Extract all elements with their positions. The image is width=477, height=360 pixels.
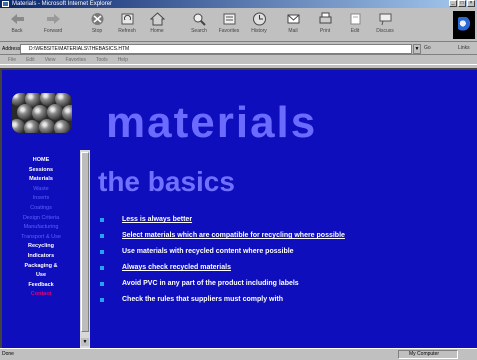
home-button[interactable]: Home bbox=[144, 11, 170, 40]
status-text: Done bbox=[2, 351, 14, 357]
menu-favorites[interactable]: Favorites bbox=[65, 56, 86, 64]
minimize-button[interactable]: _ bbox=[449, 0, 457, 7]
status-bar: Done My Computer bbox=[0, 348, 477, 360]
print-button[interactable]: Print bbox=[312, 11, 338, 40]
browser-toolbar: Back Forward Stop Refresh Home Search Fa… bbox=[0, 8, 477, 42]
menu-view[interactable]: View bbox=[45, 56, 56, 64]
links-button[interactable]: Links bbox=[458, 45, 470, 51]
bullet-check-recycled[interactable]: Always check recycled materials bbox=[100, 260, 470, 276]
nav-item-materials[interactable]: Materials bbox=[2, 175, 80, 185]
bullet-compatible-materials[interactable]: Select materials which are compatible fo… bbox=[100, 228, 470, 244]
menu-file[interactable]: File bbox=[8, 56, 16, 64]
sidebar-scrollbar[interactable]: ▼ bbox=[80, 150, 90, 348]
bullet-avoid-pvc: Avoid PVC in any part of the product inc… bbox=[100, 276, 470, 292]
materials-logo-image bbox=[12, 93, 72, 133]
refresh-icon bbox=[121, 13, 133, 25]
forward-button[interactable]: Forward bbox=[40, 11, 66, 40]
history-icon bbox=[252, 12, 266, 26]
discuss-icon bbox=[379, 13, 391, 26]
nav-item-use[interactable]: Use bbox=[2, 271, 80, 281]
search-icon bbox=[193, 13, 206, 26]
scrollbar-thumb[interactable] bbox=[81, 152, 89, 332]
menu-tools[interactable]: Tools bbox=[96, 56, 108, 64]
page-heading: materials bbox=[106, 98, 318, 147]
sidebar-nav: HOME Sessions Materials Waste Inserts Co… bbox=[2, 156, 80, 300]
ie-throbber-logo bbox=[453, 11, 475, 39]
favorites-button[interactable]: Favorites bbox=[216, 11, 242, 40]
nav-item-waste[interactable]: Waste bbox=[2, 185, 80, 195]
nav-item-design-criteria[interactable]: Design Criteria bbox=[2, 214, 80, 224]
bullet-recycled-content: Use materials with recycled content wher… bbox=[100, 244, 470, 260]
edit-button[interactable]: Edit bbox=[342, 11, 368, 40]
address-input[interactable]: D:\WEBSITE\MATERIALS\THEBASICS.HTM bbox=[20, 44, 412, 54]
nav-item-recycling[interactable]: Recycling bbox=[2, 242, 80, 252]
close-button[interactable]: × bbox=[467, 0, 475, 7]
discuss-button[interactable]: Discuss bbox=[372, 11, 398, 40]
print-icon bbox=[319, 12, 331, 24]
refresh-button[interactable]: Refresh bbox=[114, 11, 140, 40]
bullet-supplier-rules: Check the rules that suppliers must comp… bbox=[100, 292, 470, 308]
menu-bar: File Edit View Favorites Tools Help bbox=[0, 56, 477, 65]
ie-logo-icon bbox=[2, 1, 9, 7]
back-button[interactable]: Back bbox=[4, 11, 30, 40]
nav-item-manufacturing[interactable]: Manufacturing bbox=[2, 223, 80, 233]
stop-icon bbox=[91, 13, 103, 25]
nav-item-sessions[interactable]: Sessions bbox=[2, 166, 80, 176]
window-title: Materials - Microsoft Internet Explorer bbox=[12, 1, 113, 7]
forward-arrow-icon bbox=[46, 14, 60, 24]
nav-item-coatings[interactable]: Coatings bbox=[2, 204, 80, 214]
nav-item-packaging[interactable]: Packaging & bbox=[2, 262, 80, 272]
address-bar: Address D:\WEBSITE\MATERIALS\THEBASICS.H… bbox=[0, 43, 477, 55]
address-dropdown-button[interactable]: ▼ bbox=[413, 44, 421, 54]
menu-edit[interactable]: Edit bbox=[26, 56, 35, 64]
home-icon bbox=[149, 12, 165, 26]
scroll-down-arrow-icon[interactable]: ▼ bbox=[81, 338, 89, 346]
window-controls: _ □ × bbox=[449, 0, 475, 7]
history-button[interactable]: History bbox=[246, 11, 272, 40]
window-titlebar: Materials - Microsoft Internet Explorer … bbox=[0, 0, 477, 8]
address-label: Address bbox=[2, 46, 21, 52]
edit-icon bbox=[350, 13, 360, 25]
sidebar: HOME Sessions Materials Waste Inserts Co… bbox=[2, 70, 90, 351]
favorites-icon bbox=[223, 13, 235, 25]
nav-item-contact[interactable]: Contact bbox=[2, 290, 80, 300]
nav-item-inserts[interactable]: Inserts bbox=[2, 194, 80, 204]
stop-button[interactable]: Stop bbox=[84, 11, 110, 40]
page-content: HOME Sessions Materials Waste Inserts Co… bbox=[0, 68, 477, 351]
bullet-less-is-better[interactable]: Less is always better bbox=[100, 212, 470, 228]
page-subheading: the basics bbox=[98, 166, 235, 197]
mail-icon bbox=[287, 14, 299, 24]
nav-item-home[interactable]: HOME bbox=[2, 156, 80, 166]
menu-help[interactable]: Help bbox=[118, 56, 128, 64]
nav-item-feedback[interactable]: Feedback bbox=[2, 281, 80, 291]
search-button[interactable]: Search bbox=[186, 11, 212, 40]
go-button[interactable]: Go bbox=[424, 45, 431, 51]
back-arrow-icon bbox=[10, 14, 24, 24]
nav-item-indicators[interactable]: Indicators bbox=[2, 252, 80, 262]
status-zone: My Computer bbox=[398, 350, 458, 359]
mail-button[interactable]: Mail bbox=[280, 11, 306, 40]
nav-item-transport[interactable]: Transport & Use bbox=[2, 233, 80, 243]
maximize-button[interactable]: □ bbox=[458, 0, 466, 7]
basics-list: Less is always better Select materials w… bbox=[100, 212, 470, 308]
